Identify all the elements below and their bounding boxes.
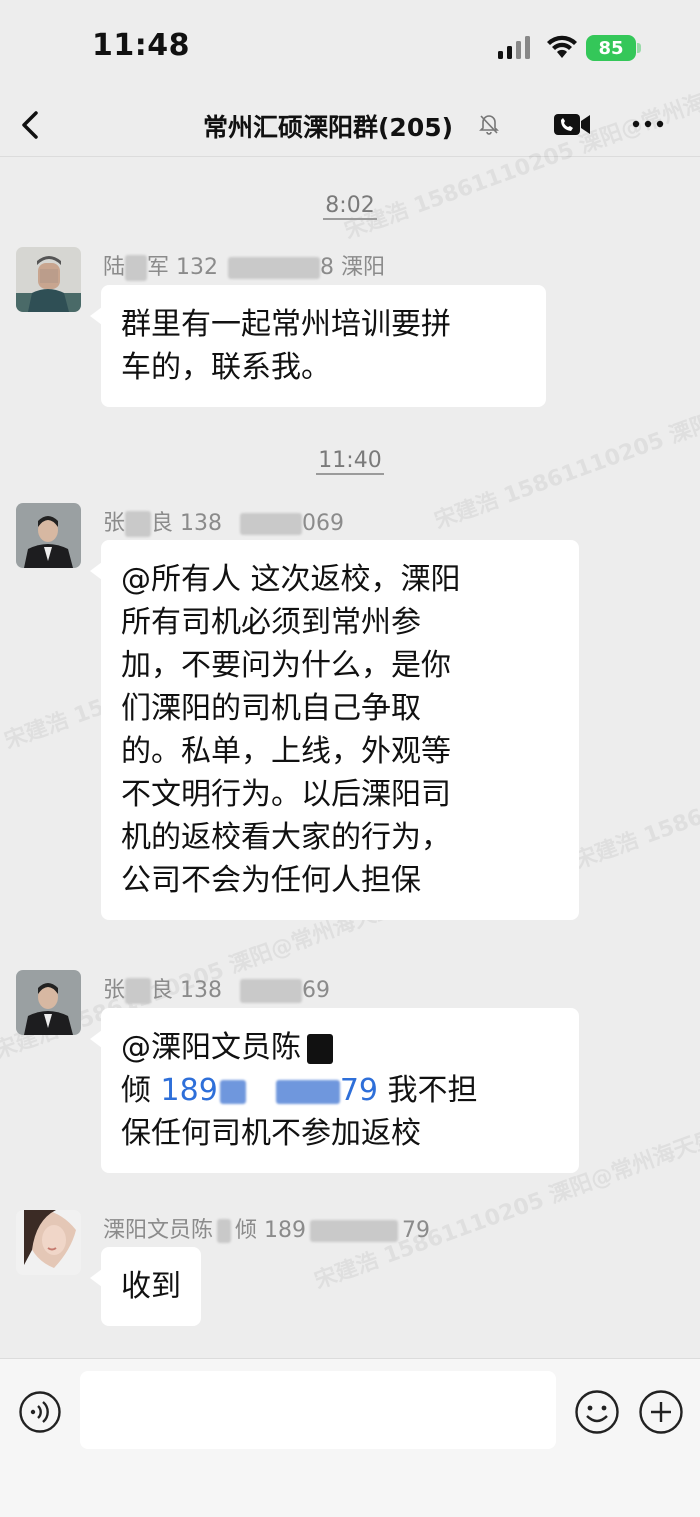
sender-name: 张良 138 069	[103, 511, 345, 537]
avatar[interactable]	[16, 247, 81, 312]
chat-title: 常州汇硕溧阳群(205)	[203, 113, 454, 142]
message-bubble[interactable]: 群里有一起常州培训要拼 车的，联系我。	[90, 285, 546, 407]
cellular-signal-icon	[498, 36, 530, 59]
message-input[interactable]	[80, 1371, 556, 1449]
message-timestamp: 11:40	[316, 448, 384, 475]
avatar[interactable]	[16, 1210, 81, 1275]
avatar[interactable]	[16, 970, 81, 1035]
phone-number-link[interactable]: 189 79	[161, 1073, 378, 1108]
message-timestamp: 8:02	[323, 193, 377, 220]
avatar[interactable]	[16, 503, 81, 568]
battery-indicator: 85	[586, 35, 636, 61]
battery-level: 85	[598, 37, 624, 59]
watermark: 宋建浩 15861110205 溧阳@常州海天盛宴联盟	[571, 683, 700, 875]
message-bubble[interactable]: @溧阳文员陈 倾 189 79 我不担 保任何司机不参加返校	[90, 1008, 579, 1173]
mute-notifications-icon	[479, 115, 499, 135]
chat-header: 常州汇硕溧阳群(205)	[0, 95, 700, 157]
sender-name: 张良 138 69	[103, 978, 331, 1004]
message-bubble[interactable]: 收到	[90, 1247, 201, 1326]
status-time: 11:48	[92, 28, 190, 63]
message-input-bar	[0, 1358, 700, 1517]
battery-tip	[637, 43, 641, 53]
video-call-button[interactable]	[551, 109, 593, 139]
status-bar: 11:48 85	[0, 0, 700, 95]
emoji-button[interactable]	[574, 1389, 620, 1435]
message-bubble[interactable]: @所有人 这次返校，溧阳 所有司机必须到常州参 加，不要问为什么，是你 们溧阳的…	[90, 540, 579, 920]
sender-name: 溧阳文员陈倾 189 79	[103, 1218, 431, 1243]
more-options-button[interactable]	[628, 109, 668, 139]
back-button[interactable]	[14, 103, 54, 147]
wifi-icon	[547, 35, 577, 58]
voice-input-button[interactable]	[18, 1390, 62, 1434]
more-actions-button[interactable]	[638, 1389, 684, 1435]
sender-name: 陆军 132 8 溧阳	[103, 255, 386, 281]
